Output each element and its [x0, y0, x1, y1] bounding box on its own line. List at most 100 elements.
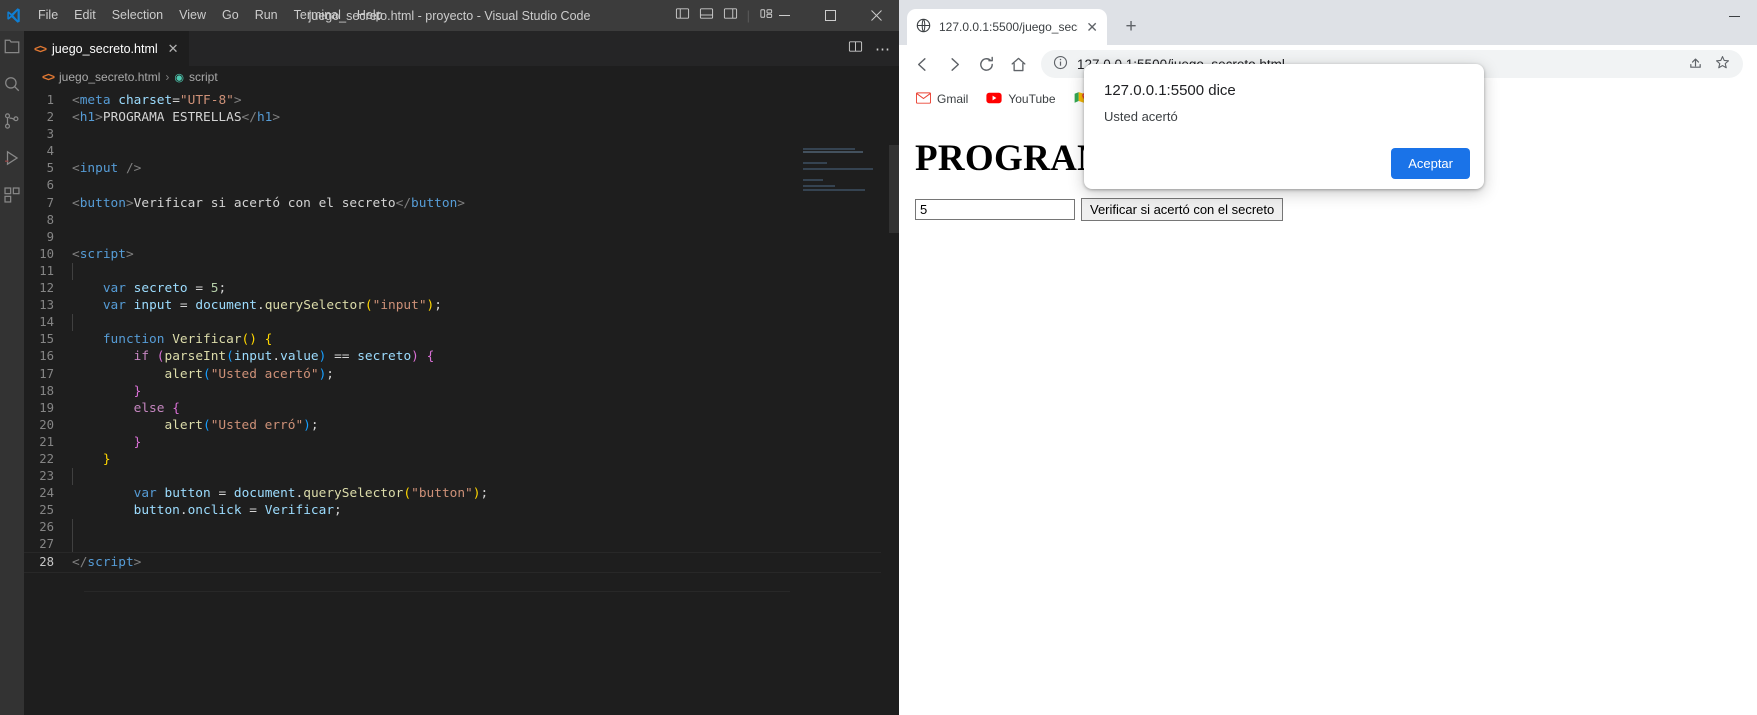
code-line[interactable]: 8: [24, 212, 899, 229]
breadcrumb-file[interactable]: juego_secreto.html: [59, 70, 160, 84]
toggle-panel-icon[interactable]: [699, 6, 714, 26]
bookmark-youtube[interactable]: YouTube: [979, 88, 1062, 111]
code-line[interactable]: 2 <h1>PROGRAMA ESTRELLAS</h1>: [24, 109, 899, 126]
site-info-icon[interactable]: [1053, 55, 1068, 73]
omnibox-actions[interactable]: [1687, 54, 1731, 74]
menu-file[interactable]: File: [30, 5, 66, 26]
share-icon[interactable]: [1687, 54, 1704, 74]
vscode-maximize-button[interactable]: [807, 0, 853, 31]
split-editor-icon[interactable]: [848, 39, 863, 59]
code-line[interactable]: 27: [24, 536, 899, 554]
vscode-menubar[interactable]: File Edit Selection View Go Run Terminal…: [30, 5, 391, 26]
breadcrumb-symbol[interactable]: script: [189, 70, 218, 84]
code-line[interactable]: 16 if (parseInt(input.value) == secreto)…: [24, 348, 899, 365]
editor-tab-label: juego_secreto.html: [52, 42, 158, 56]
verify-button[interactable]: Verificar si acertó con el secreto: [1081, 198, 1284, 221]
code-editor[interactable]: 1 <meta charset="UTF-8"> 2 <h1>PROGRAMA EST…: [24, 88, 899, 715]
code-line[interactable]: 13 var input = document.querySelector("i…: [24, 297, 899, 314]
code-line[interactable]: 25 button.onclick = Verificar;: [24, 502, 899, 519]
toggle-primary-sidebar-icon[interactable]: [675, 6, 690, 26]
reload-button[interactable]: [971, 49, 1001, 79]
vscode-minimize-button[interactable]: [761, 0, 807, 31]
code-lines[interactable]: 1 <meta charset="UTF-8"> 2 <h1>PROGRAMA EST…: [24, 88, 899, 573]
code-line[interactable]: 21 }: [24, 434, 899, 451]
editor-tab-actions[interactable]: ⋯: [848, 31, 891, 66]
dialog-accept-button[interactable]: Aceptar: [1391, 148, 1470, 179]
vscode-window-controls[interactable]: [761, 0, 899, 31]
code-token: "UTF-8": [179, 93, 234, 108]
code-line[interactable]: 17 alert("Usted acertó");: [24, 366, 899, 383]
code-line[interactable]: 28 </script>: [24, 551, 899, 573]
vscode-activity-bar[interactable]: [0, 31, 24, 715]
code-line[interactable]: 12 var secreto = 5;: [24, 280, 899, 297]
bookmark-star-icon[interactable]: [1714, 54, 1731, 74]
run-debug-icon[interactable]: [2, 148, 22, 168]
code-line[interactable]: 14: [24, 314, 899, 332]
guess-input[interactable]: [915, 199, 1075, 220]
chrome-tab[interactable]: 127.0.0.1:5500/juego_secreto.htm ✕: [907, 9, 1107, 45]
menu-terminal[interactable]: Terminal: [286, 5, 349, 26]
bookmark-gmail[interactable]: Gmail: [909, 88, 975, 111]
chrome-tab-title: 127.0.0.1:5500/juego_secreto.htm: [939, 20, 1078, 34]
editor-minimap[interactable]: [803, 148, 891, 200]
code-line[interactable]: 7 <button>Verificar si acertó con el secr…: [24, 195, 899, 212]
menu-selection[interactable]: Selection: [104, 5, 171, 26]
breadcrumb-html-icon: <>: [42, 70, 55, 84]
code-line[interactable]: 5 <input />: [24, 160, 899, 177]
code-line[interactable]: 3: [24, 126, 899, 143]
explorer-icon[interactable]: [2, 37, 22, 57]
source-control-icon[interactable]: [2, 111, 22, 131]
menu-run[interactable]: Run: [247, 5, 286, 26]
layout-divider: |: [746, 8, 750, 23]
search-icon[interactable]: [2, 74, 22, 94]
code-line[interactable]: 18 }: [24, 383, 899, 400]
menu-view[interactable]: View: [171, 5, 214, 26]
home-button[interactable]: [1003, 49, 1033, 79]
code-line[interactable]: 6: [24, 177, 899, 194]
code-line[interactable]: 23: [24, 468, 899, 486]
back-button[interactable]: [907, 49, 937, 79]
line-number: 17: [39, 366, 54, 381]
code-token: >: [125, 195, 134, 211]
breadcrumb[interactable]: <> juego_secreto.html › ◉ script: [24, 66, 899, 88]
chrome-window-controls[interactable]: [1711, 0, 1757, 32]
code-line[interactable]: 26: [24, 519, 899, 537]
editor-tab-close-icon[interactable]: ✕: [168, 41, 179, 57]
line-number: 15: [39, 332, 54, 347]
menu-edit[interactable]: Edit: [66, 5, 104, 26]
code-line[interactable]: 1 <meta charset="UTF-8">: [24, 92, 899, 109]
code-line[interactable]: 22 }: [24, 451, 899, 468]
code-line[interactable]: 10 <script>: [24, 246, 899, 263]
vscode-layout-controls[interactable]: |: [675, 0, 774, 31]
forward-button[interactable]: [939, 49, 969, 79]
editor-scrollbar[interactable]: [889, 145, 899, 233]
chrome-tab-close-icon[interactable]: ✕: [1086, 19, 1098, 36]
code-token: parseInt: [164, 349, 227, 365]
code-token: querySelector: [303, 486, 404, 502]
new-tab-button[interactable]: +: [1117, 13, 1145, 41]
code-line[interactable]: 15 function Verificar() {: [24, 331, 899, 348]
code-token: .: [257, 298, 265, 314]
chrome-minimize-button[interactable]: [1711, 0, 1757, 32]
line-content: </script>: [24, 551, 886, 573]
code-line[interactable]: 9: [24, 229, 899, 246]
vscode-close-button[interactable]: [853, 0, 899, 31]
code-token: if: [133, 349, 150, 365]
code-token: h1: [79, 110, 96, 126]
toggle-secondary-sidebar-icon[interactable]: [723, 6, 738, 26]
editor-tabbar: <> juego_secreto.html ✕ ⋯: [24, 31, 899, 66]
menu-go[interactable]: Go: [214, 5, 247, 26]
editor-tab-juego-secreto[interactable]: <> juego_secreto.html ✕: [24, 31, 189, 66]
more-actions-icon[interactable]: ⋯: [875, 40, 891, 58]
extensions-icon[interactable]: [2, 185, 22, 205]
menu-help[interactable]: Help: [349, 5, 391, 26]
code-token: ;: [310, 417, 319, 433]
bookmark-gmail-label: Gmail: [937, 92, 969, 106]
code-line[interactable]: 19 else {: [24, 400, 899, 417]
code-line[interactable]: 4: [24, 143, 899, 160]
code-line[interactable]: 24 var button = document.querySelector("…: [24, 485, 899, 502]
code-line[interactable]: 20 alert("Usted erró");: [24, 417, 899, 434]
code-line[interactable]: 11: [24, 262, 899, 280]
breadcrumb-separator: ›: [165, 70, 170, 84]
